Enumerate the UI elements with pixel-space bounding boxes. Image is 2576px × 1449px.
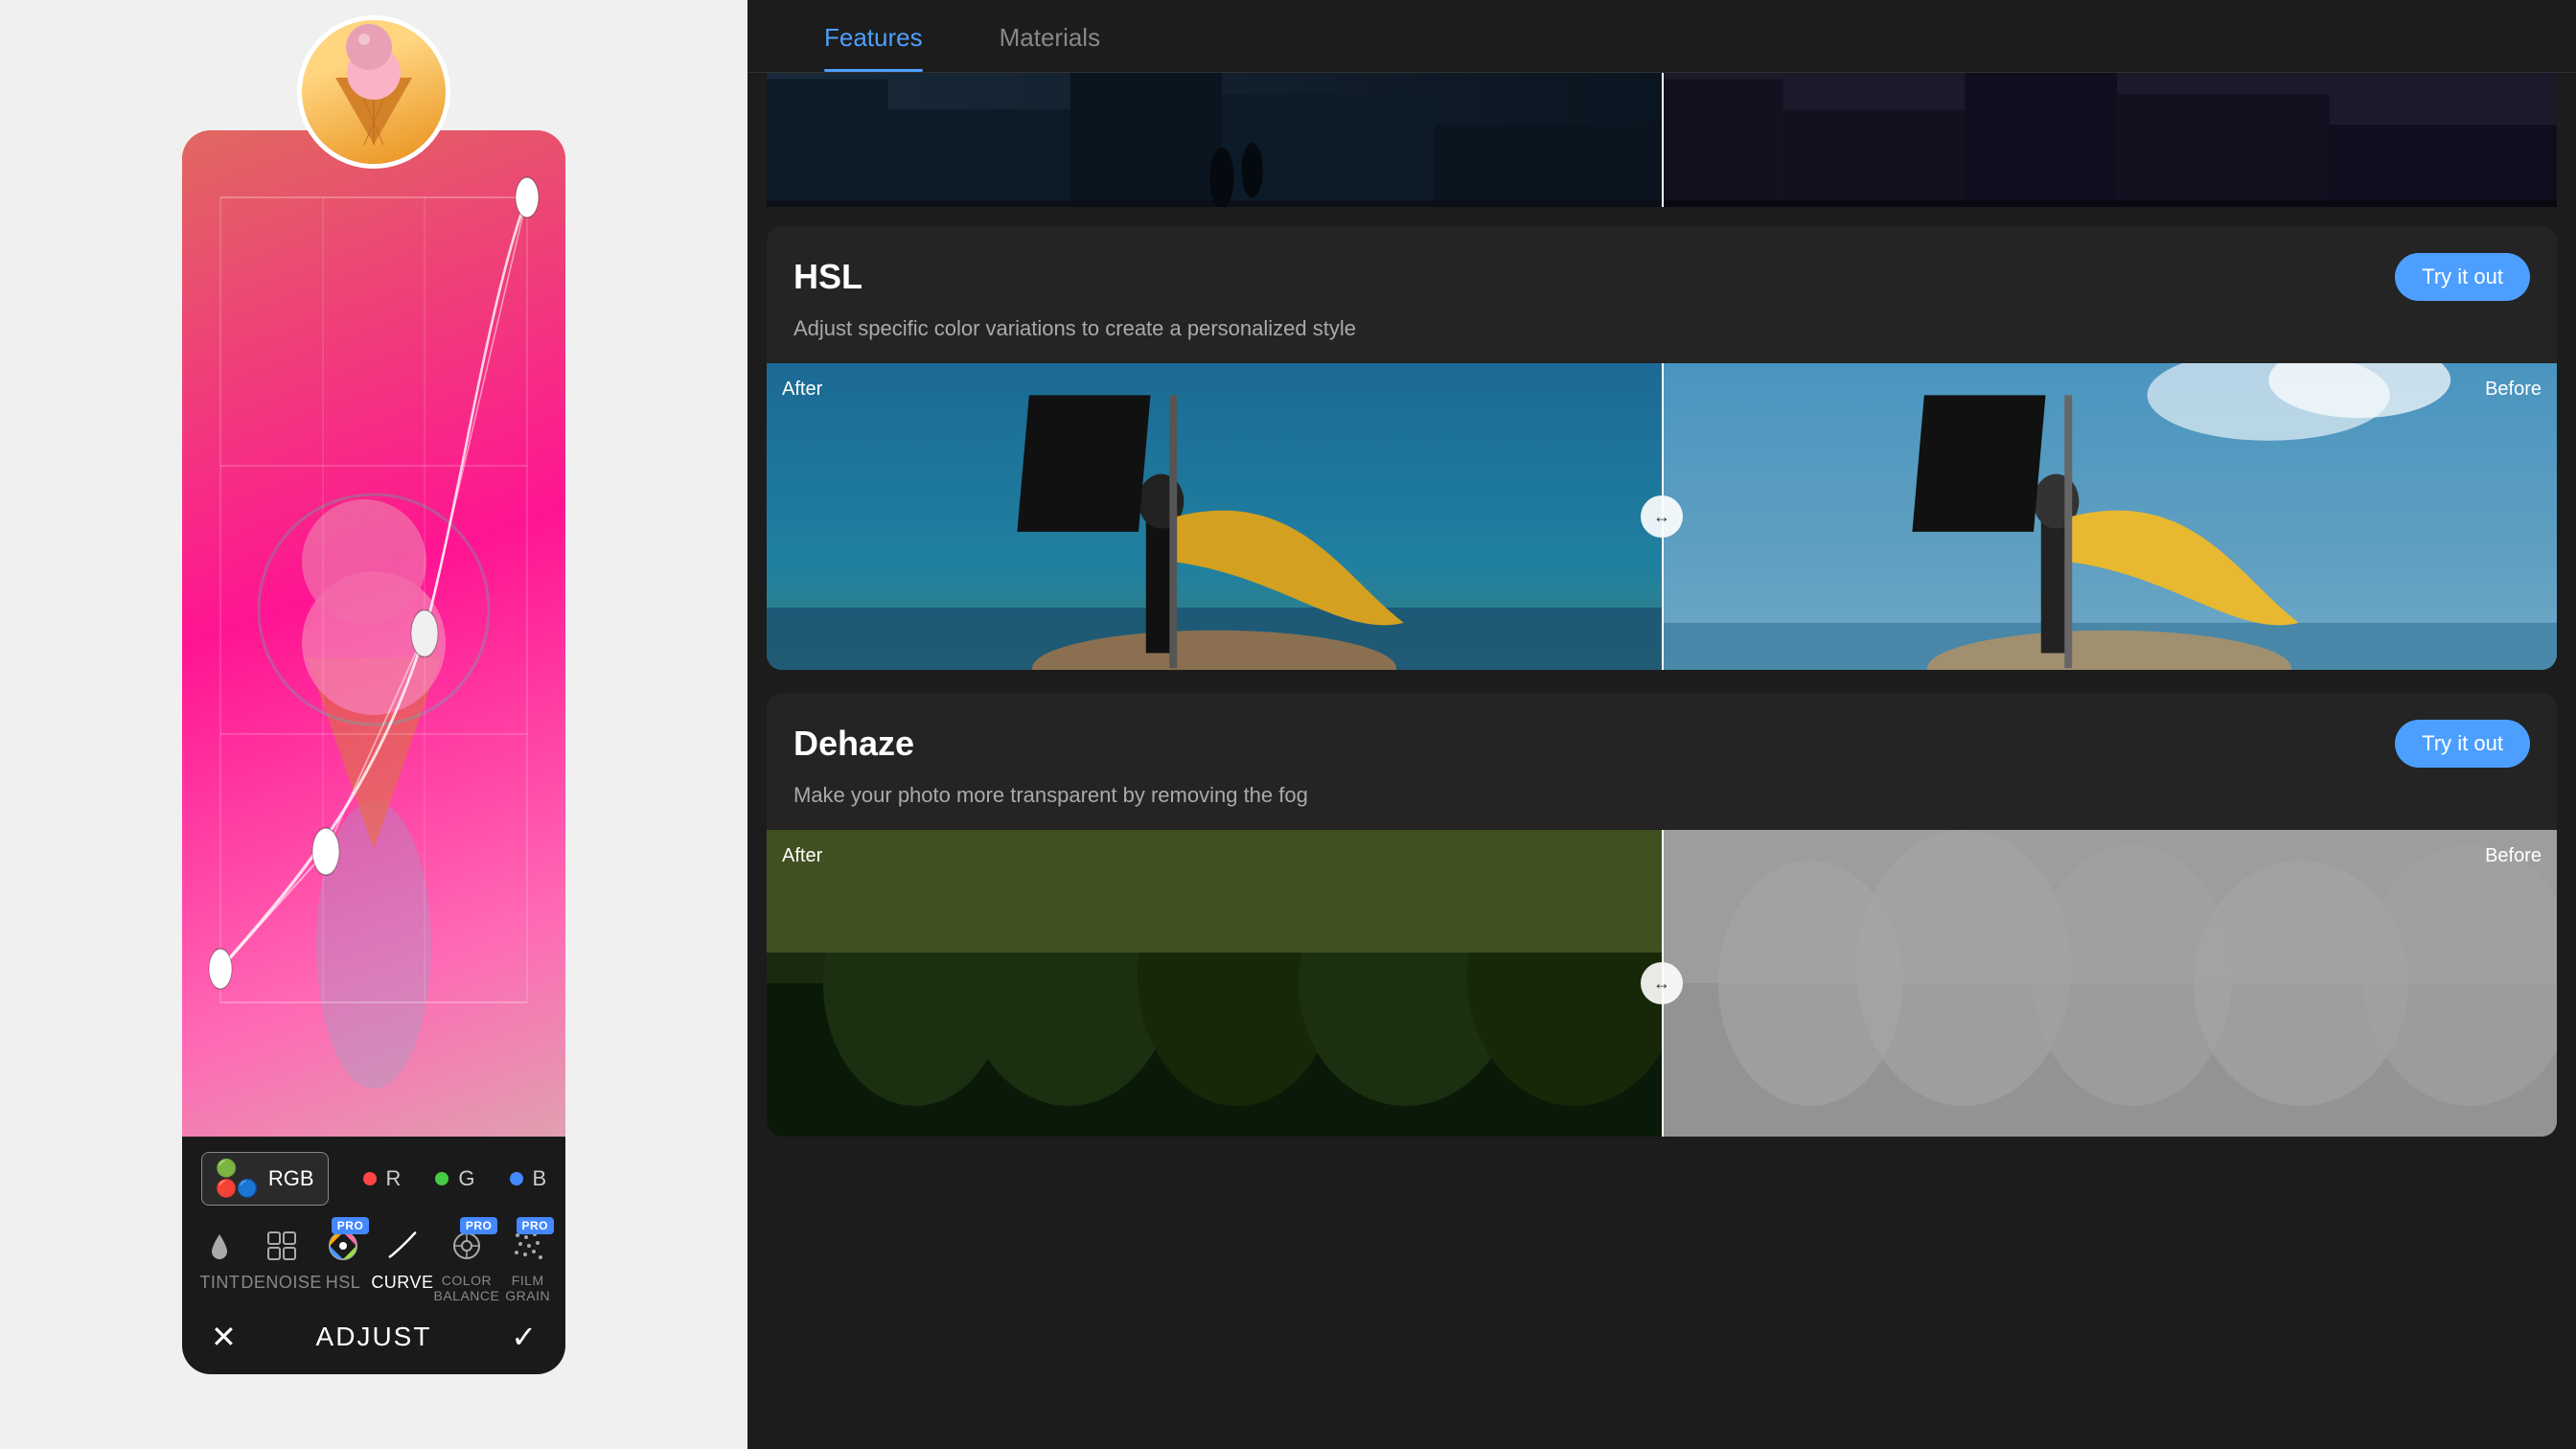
- dehaze-description: Make your photo more transparent by remo…: [794, 779, 2530, 811]
- preview-divider: [1662, 73, 1664, 207]
- dehaze-split-handle[interactable]: ↔: [1641, 962, 1683, 1004]
- left-panel: 🟢🔴🔵 RGB R G B: [0, 0, 748, 1449]
- dehaze-card-header: Dehaze Try it out: [794, 720, 2530, 768]
- dehaze-preview-image: After: [767, 830, 2557, 1137]
- dehaze-before: Before: [1662, 830, 2557, 1137]
- denoise-tool[interactable]: DENOISE: [248, 1225, 315, 1293]
- dehaze-after-label: After: [782, 845, 822, 867]
- hsl-split-handle[interactable]: ↔: [1641, 495, 1683, 538]
- right-content: HSL Try it out Adjust specific color var…: [748, 73, 2576, 1449]
- hsl-before: Before: [1662, 363, 2557, 670]
- cancel-button[interactable]: ✕: [211, 1319, 237, 1355]
- adjust-label: ADJUST: [316, 1322, 432, 1352]
- tabs-header: Features Materials: [748, 0, 2576, 73]
- dehaze-title: Dehaze: [794, 724, 914, 764]
- confirm-button[interactable]: ✓: [511, 1319, 537, 1355]
- tab-features[interactable]: Features: [786, 0, 961, 72]
- image-editor-area[interactable]: [182, 130, 565, 1137]
- hsl-try-button[interactable]: Try it out: [2395, 253, 2530, 301]
- hsl-feature-card: HSL Try it out Adjust specific color var…: [767, 226, 2557, 670]
- b-channel[interactable]: B: [510, 1166, 547, 1191]
- hsl-after: After: [767, 363, 1662, 670]
- bottom-nav: ✕ ADJUST ✓: [182, 1303, 565, 1355]
- tint-tool[interactable]: TINT: [192, 1225, 248, 1293]
- film-grain-tool[interactable]: PRO: [499, 1225, 556, 1303]
- dehaze-try-button[interactable]: Try it out: [2395, 720, 2530, 768]
- toolbar-area: 🟢🔴🔵 RGB R G B: [182, 1137, 565, 1374]
- hsl-before-label: Before: [2485, 379, 2542, 401]
- channel-tabs[interactable]: 🟢🔴🔵 RGB R G B: [182, 1152, 565, 1217]
- dehaze-after: After: [767, 830, 1662, 1137]
- g-channel[interactable]: G: [435, 1166, 474, 1191]
- hsl-after-label: After: [782, 379, 822, 401]
- hsl-card-header: HSL Try it out: [794, 253, 2530, 301]
- tool-row: TINT DENOISE PRO: [182, 1217, 565, 1303]
- hsl-description: Adjust specific color variations to crea…: [794, 312, 2530, 344]
- hsl-title: HSL: [794, 257, 862, 297]
- dehaze-before-label: Before: [2485, 845, 2542, 867]
- phone-mockup: 🟢🔴🔵 RGB R G B: [182, 54, 565, 1395]
- preview-strip: [767, 73, 2557, 207]
- hsl-tool[interactable]: PRO HSL: [315, 1225, 372, 1293]
- right-panel: Features Materials: [748, 0, 2576, 1449]
- preview-after: [767, 73, 1662, 207]
- color-balance-tool[interactable]: PRO COLOR BALANCE: [434, 1225, 500, 1303]
- rgb-button[interactable]: 🟢🔴🔵 RGB: [201, 1152, 329, 1206]
- preview-before: [1662, 73, 2557, 207]
- curve-tool[interactable]: CURVE: [371, 1225, 433, 1293]
- dehaze-feature-card: Dehaze Try it out Make your photo more t…: [767, 693, 2557, 1137]
- r-channel[interactable]: R: [363, 1166, 402, 1191]
- hsl-preview-image: After: [767, 363, 2557, 670]
- ice-cream-thumbnail: [297, 15, 450, 169]
- tab-materials[interactable]: Materials: [961, 0, 1138, 72]
